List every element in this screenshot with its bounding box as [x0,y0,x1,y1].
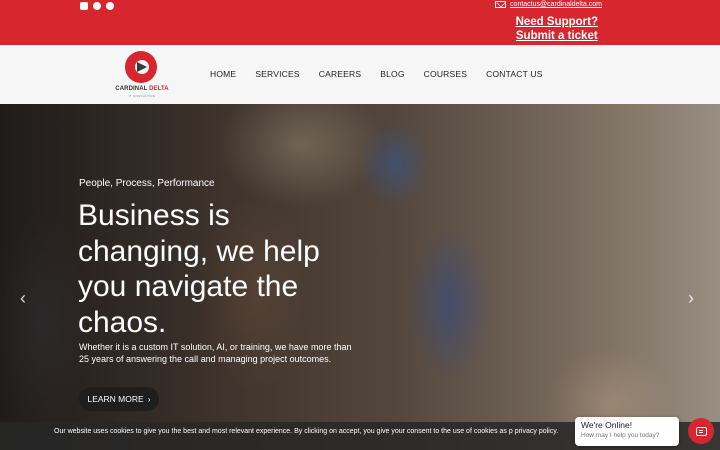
cookie-text: Our website uses cookies to give you the… [54,428,559,435]
chat-icon [695,426,707,436]
hero-description: Whether it is a custom IT solution, AI, … [79,342,352,364]
contact-email: contactus@cardinaldelta.com [495,1,602,8]
submit-ticket-link[interactable]: Submit a ticket [516,29,598,43]
bird-icon [137,62,147,72]
instagram-icon[interactable] [80,2,88,10]
hero-headline: Business is changing, we help you naviga… [78,199,320,339]
chat-popup[interactable]: We're Online! How may I help you today? [575,417,679,446]
hero-slider: ‹ › People, Process, Performance Busines… [0,104,720,450]
social-links [80,2,114,10]
learn-more-label: LEARN MORE [87,394,144,404]
nav-item-blog[interactable]: BLOG [380,69,404,79]
top-bar: contactus@cardinaldelta.com Need Support… [0,0,720,45]
chat-button[interactable] [688,418,714,444]
chat-title: We're Online! [581,420,633,430]
facebook-icon[interactable] [93,2,101,10]
nav-menu: HOME SERVICES CAREERS BLOG COURSES CONTA… [210,69,562,79]
logo-name: CARDINAL DELTA [115,86,169,92]
support-links: Need Support? Submit a ticket [516,15,598,43]
learn-more-button[interactable]: LEARN MORE › [79,387,159,411]
nav-item-courses[interactable]: COURSES [424,69,467,79]
main-nav: CARDINAL DELTA IT CONSULTING HOME SERVIC… [0,45,720,104]
logo[interactable]: CARDINAL DELTA IT CONSULTING [114,51,170,99]
chat-subtitle: How may I help you today? [581,432,660,439]
chevron-right-icon: › [147,394,151,404]
nav-item-services[interactable]: SERVICES [255,69,299,79]
nav-item-careers[interactable]: CAREERS [319,69,362,79]
hero-eyebrow: People, Process, Performance [79,178,215,189]
email-link[interactable]: contactus@cardinaldelta.com [510,1,602,8]
nav-item-home[interactable]: HOME [210,69,236,79]
slider-prev-arrow-icon[interactable]: ‹ [20,288,26,309]
linkedin-icon[interactable] [106,2,114,10]
need-support-link[interactable]: Need Support? [516,15,598,29]
slider-next-arrow-icon[interactable]: › [688,288,694,309]
logo-subtitle: IT CONSULTING [128,94,156,98]
nav-item-contact-us[interactable]: CONTACT US [486,69,542,79]
mail-icon [495,1,507,8]
